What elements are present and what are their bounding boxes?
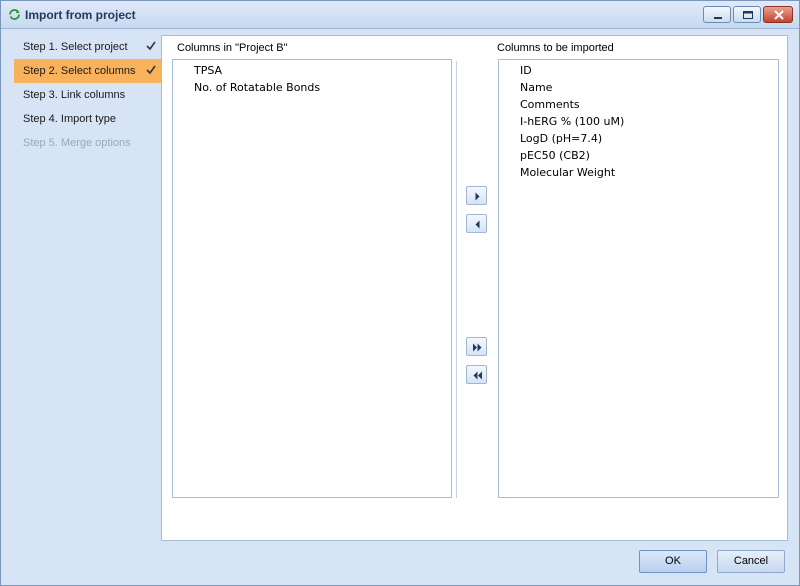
list-item[interactable]: pEC50 (CB2): [520, 149, 590, 162]
step-merge-options: Step 5. Merge options: [14, 131, 162, 155]
add-column-button[interactable]: [466, 186, 487, 205]
imported-columns-list[interactable]: ID Name Comments I-hERG % (100 uM) LogD …: [498, 59, 779, 498]
close-button[interactable]: [763, 6, 793, 23]
window-title: Import from project: [25, 8, 136, 22]
remove-all-columns-button[interactable]: [466, 365, 487, 384]
step-label: Step 1. Select project: [23, 41, 128, 53]
arrow-left-icon: [475, 220, 480, 229]
step-link-columns[interactable]: Step 3. Link columns: [14, 83, 162, 107]
list-item[interactable]: ID: [520, 64, 532, 77]
close-icon: [774, 10, 784, 20]
arrow-right-icon: [475, 192, 480, 201]
step-select-project[interactable]: Step 1. Select project: [14, 35, 162, 59]
ok-button[interactable]: OK: [639, 550, 707, 573]
step-label: Step 3. Link columns: [23, 89, 126, 101]
minimize-button[interactable]: [703, 6, 731, 23]
wizard-steps: Step 1. Select project Step 2. Select co…: [2, 29, 162, 569]
minimize-icon: [714, 17, 722, 19]
list-item[interactable]: Name: [520, 81, 552, 94]
import-dialog: Import from project Step 1. Select proje…: [0, 0, 800, 586]
list-item[interactable]: Comments: [520, 98, 580, 111]
step-label: Step 5. Merge options: [23, 137, 131, 149]
divider: [456, 61, 457, 498]
list-item[interactable]: LogD (pH=7.4): [520, 132, 602, 145]
remove-column-button[interactable]: [466, 214, 487, 233]
list-item[interactable]: TPSA: [194, 64, 222, 77]
maximize-icon: [743, 11, 753, 19]
double-arrow-right-icon: [473, 343, 482, 352]
step-label: Step 2. Select columns: [23, 65, 136, 77]
checkmark-icon: [146, 65, 156, 75]
add-all-columns-button[interactable]: [466, 337, 487, 356]
list-item[interactable]: Molecular Weight: [520, 166, 615, 179]
right-panel-label: Columns to be imported: [497, 42, 614, 54]
double-arrow-left-icon: [473, 371, 482, 380]
step-label: Step 4. Import type: [23, 113, 116, 125]
list-item[interactable]: No. of Rotatable Bonds: [194, 81, 320, 94]
cancel-button[interactable]: Cancel: [717, 550, 785, 573]
list-item[interactable]: I-hERG % (100 uM): [520, 115, 624, 128]
title-bar: Import from project: [1, 1, 799, 29]
checkmark-icon: [146, 41, 156, 51]
step-select-columns[interactable]: Step 2. Select columns: [14, 59, 162, 83]
available-columns-list[interactable]: TPSA No. of Rotatable Bonds: [172, 59, 452, 498]
left-panel-label: Columns in "Project B": [177, 42, 288, 54]
step-import-type[interactable]: Step 4. Import type: [14, 107, 162, 131]
maximize-button[interactable]: [733, 6, 761, 23]
refresh-arrow-icon: [9, 9, 20, 20]
column-selection-panel: Columns in "Project B" TPSA No. of Rotat…: [161, 35, 788, 541]
